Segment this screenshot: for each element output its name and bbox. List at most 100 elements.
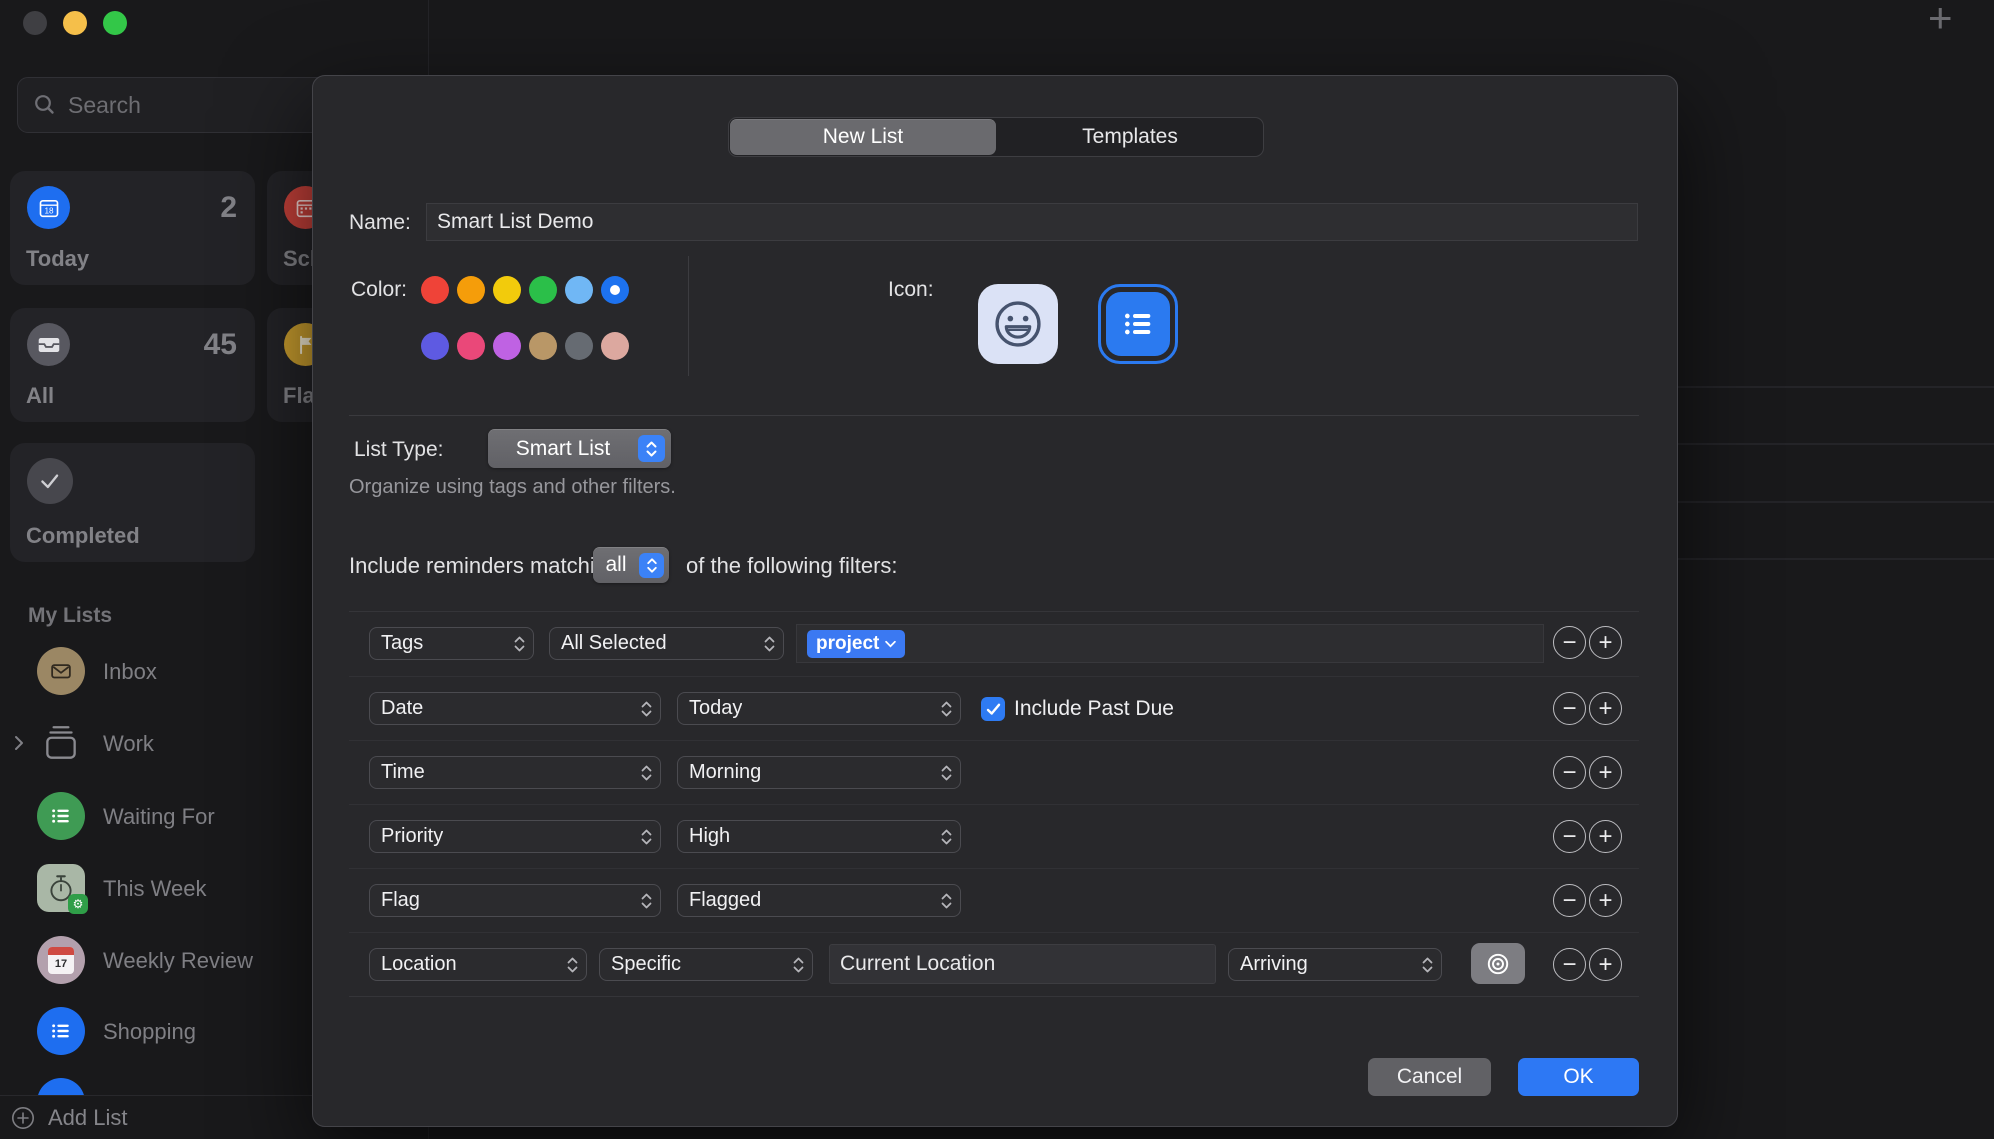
add-filter-button[interactable]: +: [1589, 692, 1622, 725]
selected-dot: [610, 285, 620, 295]
chevron-up-down-icon: [940, 827, 953, 847]
filter-field-select[interactable]: Time: [369, 756, 661, 789]
smiley-icon-option[interactable]: [978, 284, 1058, 364]
color-swatch-green[interactable]: [529, 276, 557, 304]
match-value: all: [593, 553, 639, 577]
tags-field[interactable]: project: [796, 624, 1544, 663]
include-past-due-checkbox[interactable]: [981, 697, 1005, 721]
chevron-up-down-icon: [940, 891, 953, 911]
remove-filter-button[interactable]: −: [1553, 884, 1586, 917]
name-field[interactable]: Smart List Demo: [426, 203, 1638, 241]
filter-value-select[interactable]: High: [677, 820, 961, 853]
list-icon-option-selected[interactable]: [1098, 284, 1178, 364]
checkmark-icon: [27, 458, 73, 504]
color-swatch-red[interactable]: [421, 276, 449, 304]
filter-operator-select[interactable]: All Selected: [549, 627, 784, 660]
reminders-window: + Search 18 2 Today 45 All: [0, 0, 1994, 1139]
sidebar-item-this-week[interactable]: This Week: [103, 876, 207, 902]
color-swatch-orange[interactable]: [457, 276, 485, 304]
new-reminder-button[interactable]: +: [1928, 0, 1953, 42]
color-swatch-yellow[interactable]: [493, 276, 521, 304]
filter-operator-select[interactable]: Specific: [599, 948, 813, 981]
remove-filter-button[interactable]: −: [1553, 948, 1586, 981]
list-type-label: List Type:: [354, 438, 444, 462]
color-swatch-pink[interactable]: [601, 332, 629, 360]
inbox-tray-icon: [27, 323, 70, 366]
today-count: 2: [220, 191, 237, 225]
color-swatch-gray[interactable]: [565, 332, 593, 360]
filter-row-time: Time Morning − +: [349, 740, 1639, 805]
tile-completed[interactable]: Completed: [10, 443, 255, 562]
disclosure-chevron-icon[interactable]: [13, 735, 25, 751]
chevron-up-down-icon: [940, 699, 953, 719]
sidebar-item-shopping[interactable]: Shopping: [103, 1019, 196, 1045]
filter-value-select[interactable]: Today: [677, 692, 961, 725]
zoom-button[interactable]: [103, 11, 127, 35]
remove-filter-button[interactable]: −: [1553, 626, 1586, 659]
color-swatch-blue-selected[interactable]: [601, 276, 629, 304]
filters-table: Tags All Selected project − +: [349, 611, 1639, 997]
list-bullet-icon: [37, 792, 85, 840]
stopwatch-icon: ⚙: [37, 864, 85, 912]
remove-filter-button[interactable]: −: [1553, 692, 1586, 725]
match-select[interactable]: all: [593, 547, 669, 583]
chevron-up-down-icon: [640, 699, 653, 719]
tile-all-label: All: [26, 383, 54, 409]
chevron-up-down-icon: [940, 763, 953, 783]
list-type-select[interactable]: Smart List: [488, 429, 671, 468]
add-filter-button[interactable]: +: [1589, 626, 1622, 659]
filter-value-select[interactable]: Flagged: [677, 884, 961, 917]
target-icon: [1485, 951, 1511, 977]
icon-label: Icon:: [888, 278, 934, 302]
filter-field-select[interactable]: Location: [369, 948, 587, 981]
filter-field-select[interactable]: Tags: [369, 627, 534, 660]
sidebar-item-work[interactable]: Work: [103, 731, 154, 757]
filter-value-select[interactable]: Morning: [677, 756, 961, 789]
remove-filter-button[interactable]: −: [1553, 820, 1586, 853]
sidebar-item-inbox[interactable]: Inbox: [103, 659, 157, 685]
filter-field-select[interactable]: Flag: [369, 884, 661, 917]
smart-list-gear-icon: ⚙: [68, 894, 88, 914]
tab-new-list[interactable]: New List: [730, 119, 996, 155]
match-prefix: Include reminders matching: [349, 553, 619, 579]
tile-all[interactable]: 45 All: [10, 308, 255, 422]
include-past-due-label: Include Past Due: [1014, 697, 1174, 721]
color-swatch-lightblue[interactable]: [565, 276, 593, 304]
section-separator: [349, 415, 1639, 416]
color-swatch-rose[interactable]: [457, 332, 485, 360]
sidebar-item-weekly-review[interactable]: Weekly Review: [103, 948, 253, 974]
all-count: 45: [204, 328, 237, 362]
chevron-up-down-icon: [1421, 955, 1434, 975]
add-filter-button[interactable]: +: [1589, 948, 1622, 981]
add-filter-button[interactable]: +: [1589, 820, 1622, 853]
add-list-button[interactable]: Add List: [48, 1105, 128, 1131]
add-filter-button[interactable]: +: [1589, 884, 1622, 917]
tab-templates[interactable]: Templates: [997, 118, 1263, 156]
tag-chip-project[interactable]: project: [807, 630, 905, 658]
sidebar-item-waiting-for[interactable]: Waiting For: [103, 804, 215, 830]
filter-field-select[interactable]: Priority: [369, 820, 661, 853]
chevron-up-down-icon: [513, 634, 526, 654]
minimize-button[interactable]: [63, 11, 87, 35]
add-circle-icon[interactable]: [10, 1105, 36, 1131]
remove-filter-button[interactable]: −: [1553, 756, 1586, 789]
chevron-up-down-icon: [640, 891, 653, 911]
ok-button[interactable]: OK: [1518, 1058, 1639, 1096]
list-type-hint: Organize using tags and other filters.: [349, 476, 676, 499]
filter-field-select[interactable]: Date: [369, 692, 661, 725]
color-swatch-tan[interactable]: [529, 332, 557, 360]
cancel-button[interactable]: Cancel: [1368, 1058, 1491, 1096]
current-location-button[interactable]: [1471, 943, 1525, 984]
direction-select[interactable]: Arriving: [1228, 948, 1442, 981]
list-bullet-icon: [37, 1007, 85, 1055]
chevron-up-down-icon: [640, 763, 653, 783]
filter-row-date: Date Today Include Past Due − +: [349, 676, 1639, 741]
close-button[interactable]: [23, 11, 47, 35]
color-swatch-purple[interactable]: [493, 332, 521, 360]
location-field[interactable]: Current Location: [829, 944, 1216, 984]
tile-today[interactable]: 18 2 Today: [10, 171, 255, 285]
color-swatch-indigo[interactable]: [421, 332, 449, 360]
add-filter-button[interactable]: +: [1589, 756, 1622, 789]
calendar-today-icon: 18: [27, 186, 70, 229]
chevron-up-down-icon: [792, 955, 805, 975]
